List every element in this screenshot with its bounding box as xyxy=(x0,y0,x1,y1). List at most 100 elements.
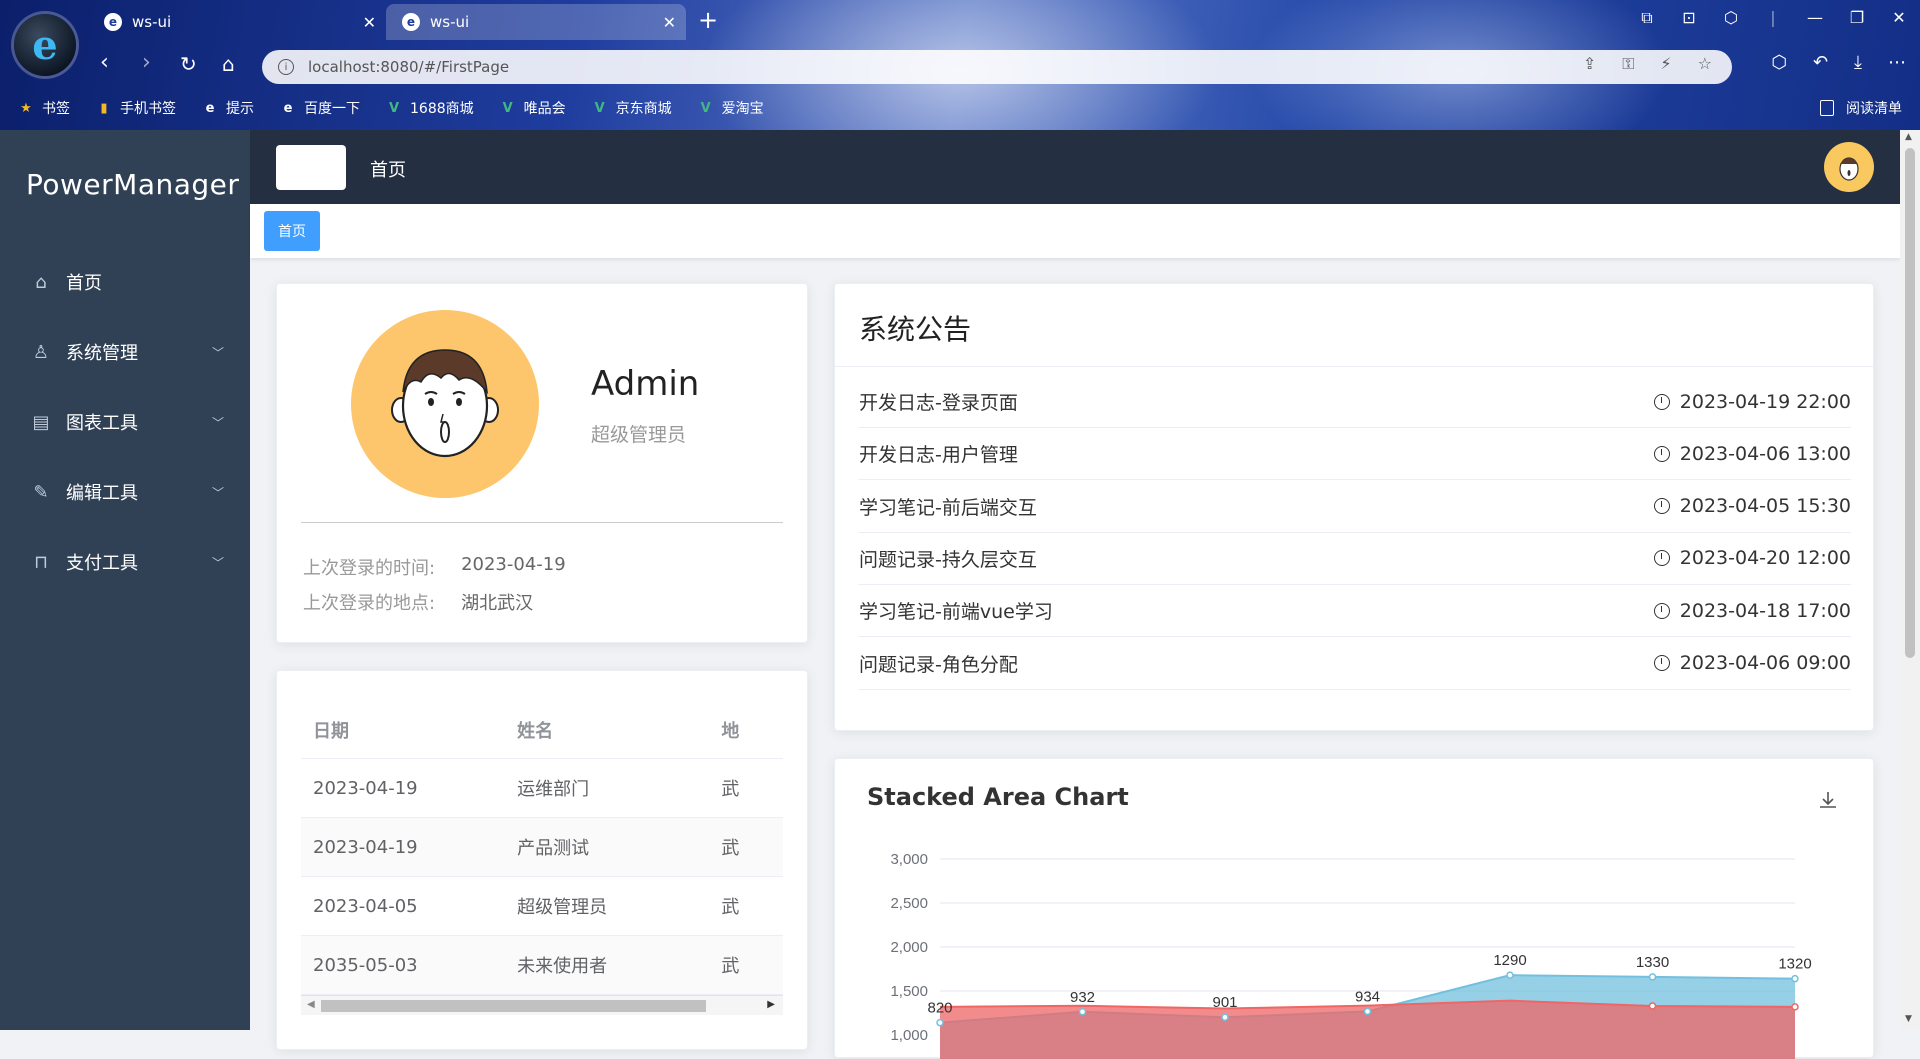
data-label: 1330 xyxy=(1636,954,1669,971)
reading-list-button[interactable]: 阅读清单 xyxy=(1820,98,1902,118)
data-point xyxy=(1506,971,1514,979)
avatar[interactable] xyxy=(1824,142,1874,192)
column-header-name[interactable]: 姓名 xyxy=(505,717,709,743)
user-icon: ♙ xyxy=(32,341,50,363)
close-icon[interactable]: ✕ xyxy=(663,13,676,32)
bookmark-item[interactable]: V 1688商城 xyxy=(386,98,474,118)
notice-item-time: 2023-04-05 15:30 xyxy=(1653,495,1851,517)
data-label: 1290 xyxy=(1493,952,1526,969)
more-icon[interactable]: ⋯ xyxy=(1888,52,1906,73)
browser-tab-2[interactable]: e ws-ui ✕ xyxy=(386,4,686,40)
scrollbar-thumb[interactable] xyxy=(321,1000,706,1012)
edge-icon: e xyxy=(104,13,122,31)
bookmark-item[interactable]: e 提示 xyxy=(202,98,254,118)
share-icon[interactable]: ⇪ xyxy=(1583,54,1596,74)
sidebar-item-editor[interactable]: ✎ 编辑工具 ﹀ xyxy=(0,464,250,520)
restore-icon[interactable]: ❐ xyxy=(1836,8,1878,28)
close-icon[interactable]: ✕ xyxy=(363,13,376,32)
back-icon[interactable]: ‹ xyxy=(100,50,109,75)
tag-home[interactable]: 首页 xyxy=(264,211,320,251)
scroll-down-icon[interactable]: ▼ xyxy=(1905,1014,1912,1024)
clock-icon xyxy=(1653,602,1670,619)
minimize-icon[interactable]: — xyxy=(1794,8,1836,28)
vertical-scrollbar[interactable]: ▲ ▼ xyxy=(1900,130,1920,1030)
scroll-up-icon[interactable]: ▲ xyxy=(1905,132,1912,142)
refresh-icon[interactable]: ↻ xyxy=(180,52,197,76)
bookmark-item[interactable]: ★ 书签 xyxy=(18,98,70,118)
new-tab-button[interactable]: + xyxy=(698,6,718,34)
table-row: 2023-04-05 超级管理员武 xyxy=(301,877,783,936)
login-table-card: 日期 姓名 地 2023-04-19 运维部门武 2023-04-19 产品测试武 … xyxy=(276,670,808,1050)
bookmark-item[interactable]: V 爱淘宝 xyxy=(698,98,764,118)
chevron-down-icon: ﹀ xyxy=(211,415,224,430)
bookmark-item[interactable]: V 京东商城 xyxy=(592,98,672,118)
scroll-right-icon[interactable]: ▶ xyxy=(767,999,775,1010)
y-tick-label: 2,000 xyxy=(890,939,928,956)
history-icon[interactable]: ↶ xyxy=(1813,52,1828,73)
horizontal-scrollbar[interactable]: ◀ ▶ xyxy=(301,995,783,1015)
extensions-icon[interactable]: ⬡ xyxy=(1771,52,1787,73)
key-icon[interactable]: ⚿ xyxy=(1622,54,1634,74)
favorite-star-icon[interactable]: ☆ xyxy=(1698,54,1712,74)
sidebar-item-home[interactable]: ⌂ 首页 xyxy=(0,254,250,310)
column-header-address[interactable]: 地 xyxy=(709,717,783,743)
header-bar: 首页 xyxy=(250,130,1900,204)
forward-icon[interactable]: › xyxy=(142,50,151,75)
split-view-icon[interactable]: ⊡ xyxy=(1668,8,1710,28)
sidebar-item-system[interactable]: ♙ 系统管理 ﹀ xyxy=(0,324,250,380)
data-label: 820 xyxy=(927,1000,952,1017)
last-login-time-row: 上次登录的时间: 2023-04-19 xyxy=(303,554,566,579)
user-name: Admin xyxy=(591,364,700,404)
user-role: 超级管理员 xyxy=(591,424,687,446)
browser-tab-1[interactable]: e ws-ui ✕ xyxy=(88,4,386,40)
home-icon[interactable]: ⌂ xyxy=(222,52,235,76)
lightning-icon[interactable]: ⚡ xyxy=(1660,54,1671,74)
notice-item[interactable]: 学习笔记-前端vue学习 2023-04-18 17:00 xyxy=(859,585,1851,638)
close-window-icon[interactable]: ✕ xyxy=(1878,8,1920,28)
edit-icon: ✎ xyxy=(33,481,49,503)
app-title: PowerManager xyxy=(26,168,240,201)
phone-icon: ▮ xyxy=(100,100,108,116)
info-icon[interactable]: i xyxy=(278,59,294,75)
vue-icon: V xyxy=(502,100,513,116)
bookmark-item[interactable]: V 唯品会 xyxy=(500,98,566,118)
data-point xyxy=(1363,1007,1372,1016)
divider xyxy=(835,366,1873,367)
notice-item-time: 2023-04-20 12:00 xyxy=(1653,547,1851,569)
scrollbar-thumb[interactable] xyxy=(1905,148,1915,658)
clock-icon xyxy=(1653,655,1670,671)
download-icon[interactable] xyxy=(1817,789,1839,811)
shirt-icon[interactable]: ⬡ xyxy=(1710,8,1752,28)
scroll-left-icon[interactable]: ◀ xyxy=(307,999,315,1010)
collapse-button[interactable] xyxy=(276,145,346,190)
sidebar-item-payment[interactable]: ⊓ 支付工具 ﹀ xyxy=(0,534,250,590)
address-bar[interactable]: i localhost:8080/#/FirstPage ⇪ ⚿ ⚡ ☆ xyxy=(262,50,1732,84)
download-icon[interactable]: ⤓ xyxy=(1854,52,1862,73)
notice-item[interactable]: 开发日志-登录页面 2023-04-19 22:00 xyxy=(859,376,1851,428)
bookmark-item[interactable]: ▮ 手机书签 xyxy=(96,98,176,118)
data-point xyxy=(1221,1013,1229,1021)
tab-title: ws-ui xyxy=(132,13,172,31)
notice-item[interactable]: 开发日志-用户管理 2023-04-06 13:00 xyxy=(859,428,1851,481)
data-point xyxy=(1078,1008,1087,1016)
divider xyxy=(301,522,783,523)
notice-item-title: 开发日志-登录页面 xyxy=(859,392,1018,414)
data-point xyxy=(1648,973,1657,981)
column-header-date[interactable]: 日期 xyxy=(301,717,505,743)
page-title: 首页 xyxy=(370,160,406,181)
notice-item-title: 学习笔记-前后端交互 xyxy=(859,496,1037,519)
notice-item-time: 2023-04-18 17:00 xyxy=(1653,600,1851,622)
notice-item[interactable]: 学习笔记-前后端交互 2023-04-05 15:30 xyxy=(859,481,1851,533)
clock-icon xyxy=(1653,498,1670,515)
tab-actions-icon[interactable]: ⧉ xyxy=(1626,8,1668,28)
notice-item[interactable]: 问题记录-角色分配 2023-04-06 09:00 xyxy=(859,638,1851,690)
chevron-down-icon: ﹀ xyxy=(211,345,224,360)
vue-icon: V xyxy=(594,100,605,116)
notice-card: 系统公告 开发日志-登录页面 2023-04-19 22:00 开发日志-用户管理 2… xyxy=(834,283,1874,731)
clock-icon xyxy=(1653,445,1670,462)
notice-item[interactable]: 问题记录-持久层交互 2023-04-20 12:00 xyxy=(859,533,1851,585)
chevron-down-icon: ﹀ xyxy=(211,485,224,500)
tags-bar: 首页 xyxy=(250,204,1900,258)
sidebar-item-charts[interactable]: ▤ 图表工具 ﹀ xyxy=(0,394,250,450)
bookmark-item[interactable]: e 百度一下 xyxy=(280,98,360,118)
